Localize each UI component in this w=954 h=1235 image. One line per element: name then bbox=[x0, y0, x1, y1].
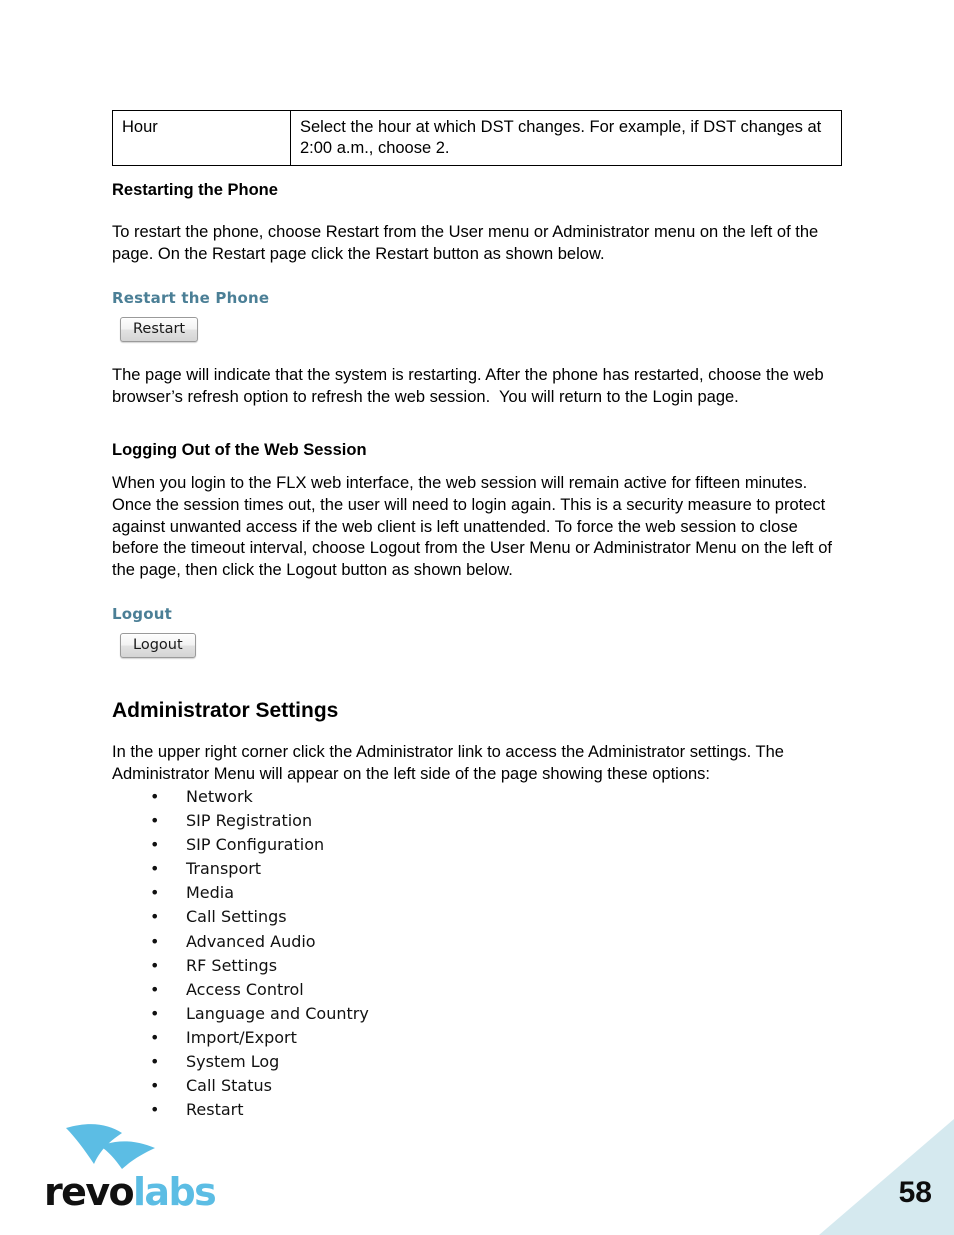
list-item: • Advanced Audio bbox=[150, 930, 369, 954]
list-item-label: Network bbox=[186, 787, 253, 806]
list-item: • Restart bbox=[150, 1098, 369, 1122]
list-item-label: Call Settings bbox=[186, 907, 287, 927]
list-item: • Language and Country bbox=[150, 1002, 369, 1026]
list-item-label: System Log bbox=[186, 1052, 280, 1072]
list-item: • Import/Export bbox=[150, 1026, 369, 1050]
ui-heading-logout: Logout bbox=[112, 605, 172, 623]
ui-heading-restart-the-phone: Restart the Phone bbox=[112, 289, 270, 307]
restart-button[interactable]: Restart bbox=[120, 316, 199, 343]
document-page: Hour Select the hour at which DST change… bbox=[0, 0, 954, 1235]
list-item: • SIP Configuration bbox=[150, 833, 369, 857]
list-item: • Transport bbox=[150, 857, 369, 881]
list-item-label: Import/Export bbox=[186, 1027, 297, 1047]
bullet-dot-icon: • bbox=[150, 787, 160, 806]
table-cell-parameter-description: Select the hour at which DST changes. Fo… bbox=[290, 109, 842, 167]
bullet-dot-icon: • bbox=[150, 1003, 160, 1023]
administrator-menu-option-list: • Network • SIP Registration • SIP Configurat… bbox=[150, 785, 369, 1122]
list-item-label: Transport bbox=[186, 859, 262, 879]
parameter-table: Hour Select the hour at which DST change… bbox=[112, 109, 842, 167]
list-item: • Call Status bbox=[150, 1074, 369, 1098]
bullet-dot-icon: • bbox=[150, 907, 160, 927]
list-item-label: Call Status bbox=[186, 1076, 272, 1096]
wordmark-labs: labs bbox=[133, 1170, 217, 1214]
logout-button[interactable]: Logout bbox=[120, 632, 196, 659]
list-item-label: Access Control bbox=[186, 979, 304, 999]
list-item: • System Log bbox=[150, 1050, 369, 1074]
table-row: Hour Select the hour at which DST change… bbox=[112, 109, 842, 167]
bullet-dot-icon: • bbox=[150, 1052, 160, 1072]
bullet-dot-icon: • bbox=[150, 1100, 160, 1120]
paragraph-after-restart: The page will indicate that the system i… bbox=[112, 366, 829, 406]
page-corner-decoration bbox=[819, 1119, 954, 1235]
bullet-dot-icon: • bbox=[150, 859, 160, 879]
revolabs-wordmark: revolabs bbox=[44, 1170, 217, 1214]
wordmark-revo: revo bbox=[44, 1170, 135, 1214]
list-item: • Media bbox=[150, 881, 369, 905]
page-number: 58 bbox=[898, 1176, 932, 1209]
screenshot-restart-the-phone: Restart the Phone Restart bbox=[112, 289, 270, 343]
table-cell-parameter-name: Hour bbox=[112, 109, 291, 167]
bullet-dot-icon: • bbox=[150, 1027, 160, 1047]
revolabs-logo: revolabs bbox=[44, 1122, 219, 1217]
list-item-label: SIP Registration bbox=[186, 811, 313, 831]
bullet-dot-icon: • bbox=[150, 931, 160, 951]
list-item: • Network bbox=[150, 785, 369, 809]
bullet-dot-icon: • bbox=[150, 1076, 160, 1096]
list-item: • Access Control bbox=[150, 978, 369, 1002]
bird-swoosh-icon bbox=[66, 1124, 155, 1169]
paragraph-restarting-the-phone: To restart the phone, choose Restart fro… bbox=[112, 223, 823, 263]
list-item: • Call Settings bbox=[150, 905, 369, 929]
heading-restarting-the-phone: Restarting the Phone bbox=[112, 181, 278, 199]
bullet-dot-icon: • bbox=[150, 835, 160, 855]
list-item-label: SIP Configuration bbox=[186, 835, 325, 855]
bullet-dot-icon: • bbox=[150, 811, 160, 831]
paragraph-logging-out: When you login to the FLX web interface,… bbox=[112, 474, 837, 580]
list-item: • RF Settings bbox=[150, 954, 369, 978]
paragraph-administrator-settings: In the upper right corner click the Admi… bbox=[112, 743, 788, 783]
list-item-label: RF Settings bbox=[186, 955, 278, 975]
heading-logging-out-of-the-web-session: Logging Out of the Web Session bbox=[112, 441, 367, 459]
bullet-dot-icon: • bbox=[150, 979, 160, 999]
list-item-label: Media bbox=[186, 883, 235, 903]
bullet-dot-icon: • bbox=[150, 955, 160, 975]
heading-administrator-settings: Administrator Settings bbox=[112, 699, 339, 722]
bullet-dot-icon: • bbox=[150, 883, 160, 903]
list-item: • SIP Registration bbox=[150, 809, 369, 833]
screenshot-logout: Logout Logout bbox=[112, 605, 196, 659]
list-item-label: Language and Country bbox=[186, 1003, 369, 1023]
list-item-label: Advanced Audio bbox=[186, 931, 316, 951]
list-item-label: Restart bbox=[186, 1100, 244, 1120]
